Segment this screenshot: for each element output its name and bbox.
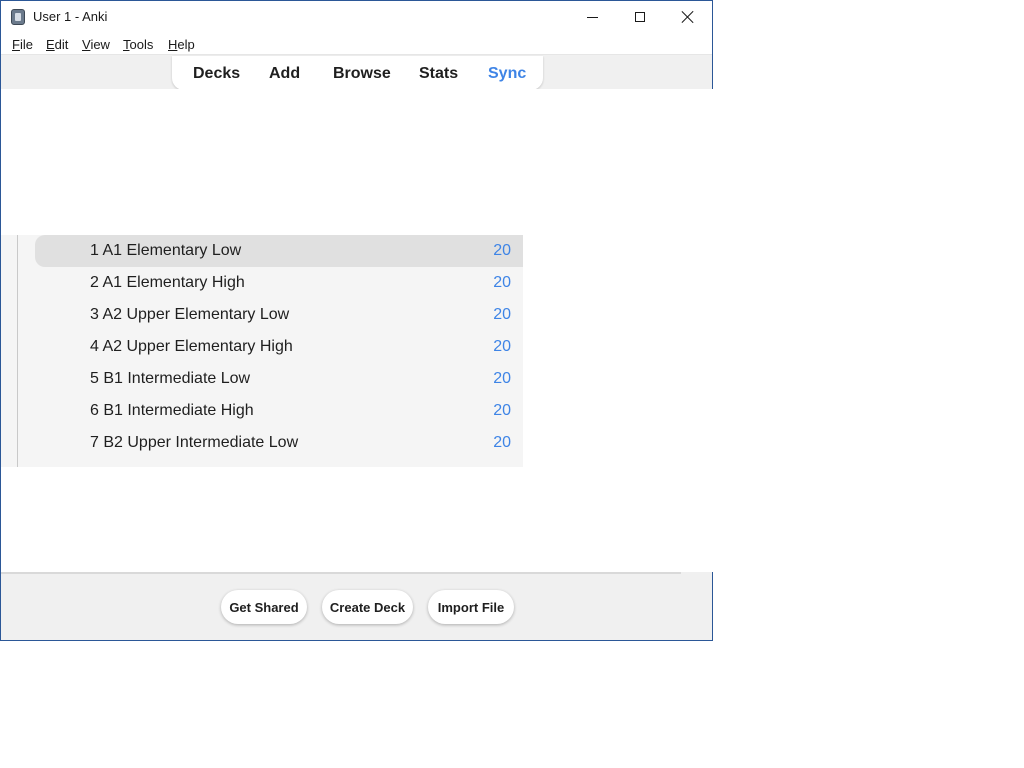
menu-help-label: elp	[177, 37, 195, 52]
deck-row[interactable]: 2 A1 Elementary High 20	[35, 267, 523, 299]
menu-help[interactable]: Help	[168, 37, 195, 52]
deck-new-count[interactable]: 20	[493, 338, 511, 356]
deck-name[interactable]: 6 B1 Intermediate High	[90, 402, 254, 420]
anki-app-icon[interactable]	[11, 9, 25, 25]
deck-name[interactable]: 7 B2 Upper Intermediate Low	[90, 434, 298, 452]
deck-name[interactable]: 2 A1 Elementary High	[90, 274, 245, 292]
close-button[interactable]	[665, 1, 711, 33]
toolbar-sync[interactable]: Sync	[488, 65, 526, 83]
bottom-bar: Get Shared Create Deck Import File	[1, 574, 712, 640]
toolbar-browse[interactable]: Browse	[333, 65, 391, 83]
close-icon	[681, 10, 695, 24]
toolbar-add[interactable]: Add	[269, 65, 300, 83]
minimize-button[interactable]	[569, 1, 615, 33]
deck-new-count[interactable]: 20	[493, 306, 511, 324]
deck-row[interactable]: 1 A1 Elementary Low 20	[35, 235, 523, 267]
deck-row[interactable]: 7 B2 Upper Intermediate Low 20	[35, 427, 523, 459]
window-title: User 1 - Anki	[33, 9, 108, 24]
deck-list: 1 A1 Elementary Low 20 2 A1 Elementary Hig…	[1, 235, 523, 467]
deck-new-count[interactable]: 20	[493, 402, 511, 420]
menu-help-mnemonic: H	[168, 37, 178, 52]
menu-file-label: ile	[19, 37, 33, 52]
menu-edit-mnemonic: E	[46, 37, 55, 52]
top-toolbar: Decks Add Browse Stats Sync	[172, 56, 543, 90]
deck-new-count[interactable]: 20	[493, 370, 511, 388]
deck-row[interactable]: 6 B1 Intermediate High 20	[35, 395, 523, 427]
deck-name[interactable]: 1 A1 Elementary Low	[90, 242, 241, 260]
menu-view[interactable]: View	[82, 37, 110, 52]
import-file-button[interactable]: Import File	[428, 590, 514, 624]
get-shared-button[interactable]: Get Shared	[221, 590, 307, 624]
deck-row[interactable]: 4 A2 Upper Elementary High 20	[35, 331, 523, 363]
create-deck-button[interactable]: Create Deck	[322, 590, 413, 624]
maximize-icon	[635, 12, 645, 22]
deck-name[interactable]: 4 A2 Upper Elementary High	[90, 338, 293, 356]
deck-row[interactable]: 5 B1 Intermediate Low 20	[35, 363, 523, 395]
minimize-icon	[586, 16, 598, 18]
menu-file[interactable]: File	[12, 37, 33, 52]
menu-bar: File Edit View Tools Help	[1, 33, 712, 55]
menu-edit-label: dit	[54, 37, 69, 52]
menu-file-mnemonic: F	[12, 37, 20, 52]
anki-main-window: User 1 - Anki File Edit View Tools Help …	[0, 0, 714, 641]
maximize-button[interactable]	[617, 1, 663, 33]
deck-name[interactable]: 3 A2 Upper Elementary Low	[90, 306, 289, 324]
deck-row[interactable]: 3 A2 Upper Elementary Low 20	[35, 299, 523, 331]
menu-view-label: iew	[90, 37, 110, 52]
tree-guide-line	[17, 235, 18, 467]
deck-new-count[interactable]: 20	[493, 274, 511, 292]
deck-browser: 1 A1 Elementary Low 20 2 A1 Elementary Hig…	[1, 89, 714, 574]
title-bar[interactable]: User 1 - Anki	[1, 1, 712, 33]
deck-name[interactable]: 5 B1 Intermediate Low	[90, 370, 250, 388]
deck-new-count[interactable]: 20	[493, 434, 511, 452]
menu-tools-label: ools	[129, 37, 154, 52]
toolbar-decks[interactable]: Decks	[193, 65, 240, 83]
menu-tools[interactable]: Tools	[123, 37, 153, 52]
deck-new-count[interactable]: 20	[493, 242, 511, 260]
toolbar-stats[interactable]: Stats	[419, 65, 458, 83]
menu-edit[interactable]: Edit	[46, 37, 68, 52]
